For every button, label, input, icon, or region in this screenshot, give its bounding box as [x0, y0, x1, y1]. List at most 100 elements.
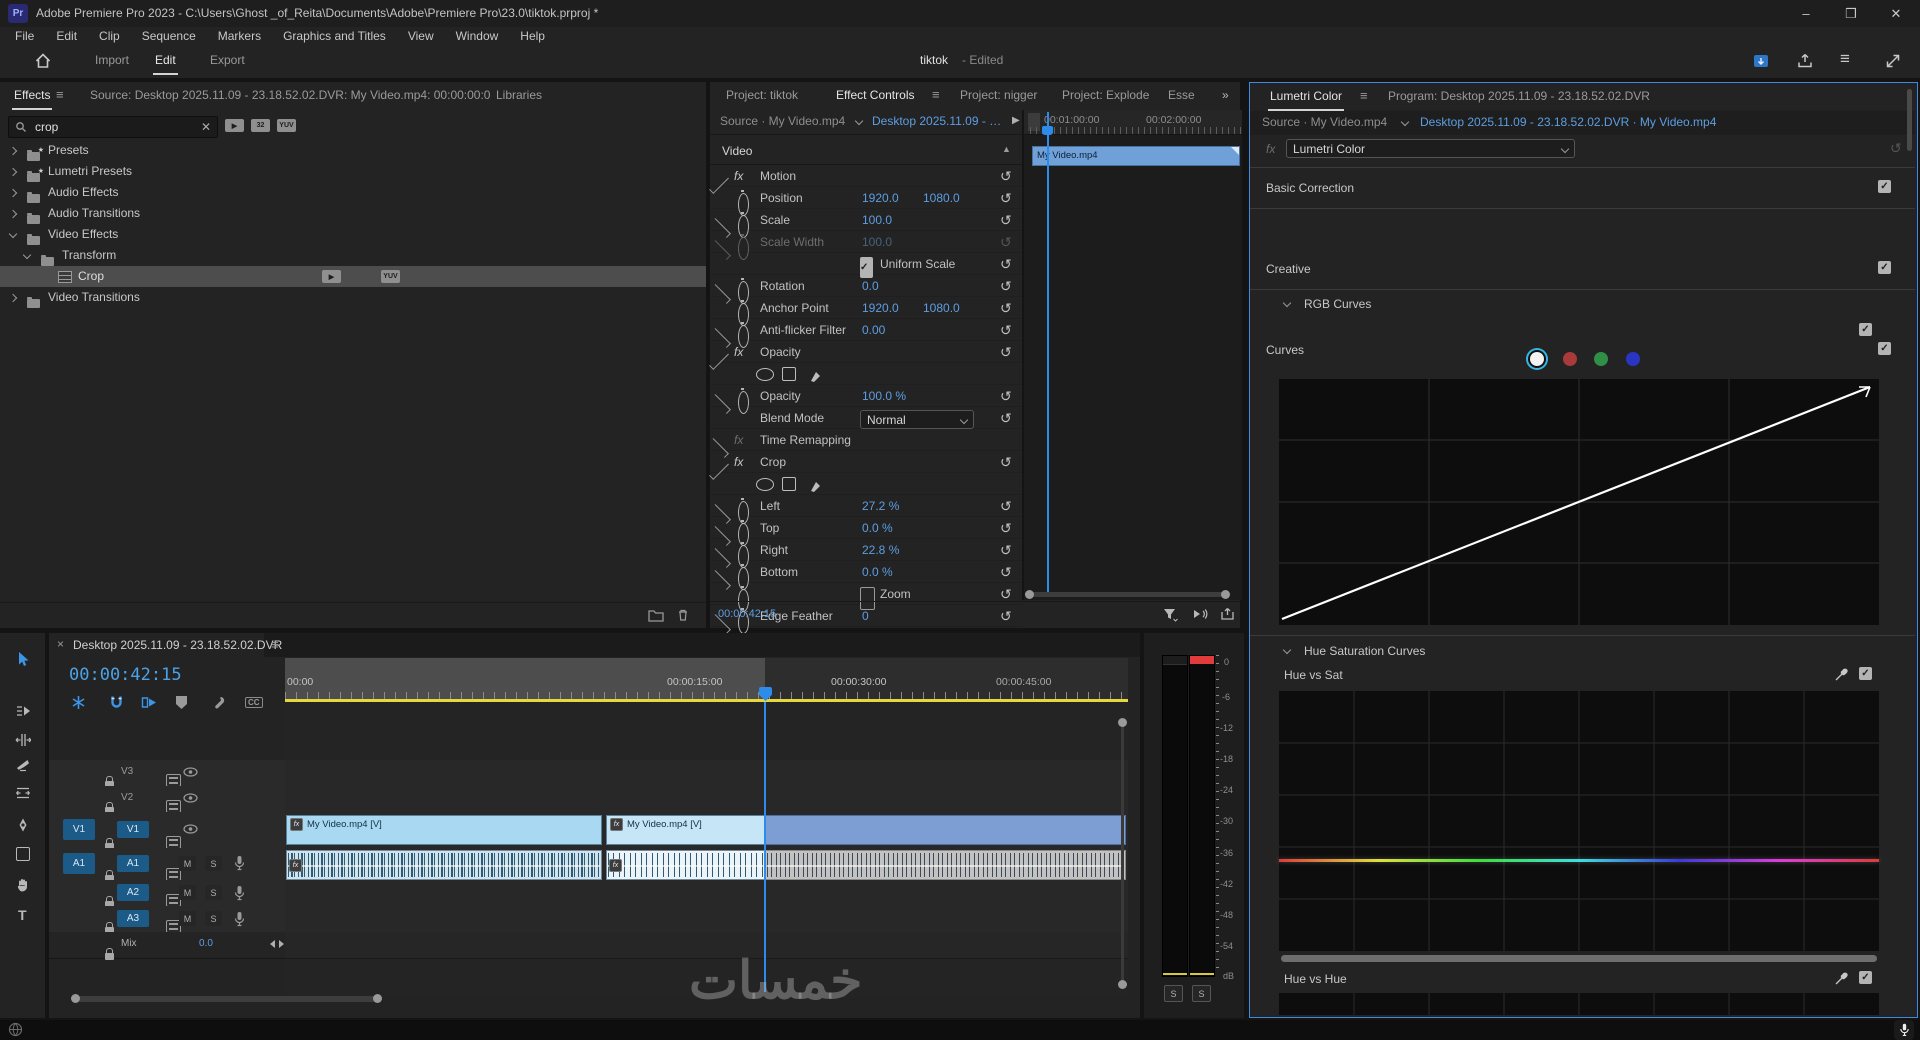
tab-program-monitor[interactable]: Program: Desktop 2025.11.09 - 23.18.52.0…	[1388, 89, 1650, 103]
hue-spectrum-curve[interactable]	[1279, 859, 1879, 862]
eye-icon[interactable]	[183, 766, 198, 778]
ec-clip-bar[interactable]: My Video.mp4	[1032, 146, 1240, 166]
hue-saturation-curves-header[interactable]: Hue Saturation Curves	[1250, 635, 1915, 664]
track-header-v1[interactable]: V1 V1	[49, 812, 285, 850]
chevron-right-icon[interactable]	[8, 188, 18, 198]
clip-fade-handle[interactable]	[1231, 147, 1239, 155]
chevron-right-icon[interactable]	[8, 209, 18, 219]
hand-tool[interactable]	[15, 877, 31, 893]
track-name[interactable]: A2	[117, 884, 149, 901]
chevron-down-icon[interactable]	[1400, 117, 1410, 127]
ec-playhead-handle[interactable]	[1042, 126, 1053, 135]
new-custom-bin-icon[interactable]	[648, 608, 664, 622]
menu-graphics-titles[interactable]: Graphics and Titles	[272, 29, 397, 43]
video-clip-1[interactable]: fx My Video.mp4 [V]	[286, 815, 602, 845]
track-lane-v2[interactable]	[285, 786, 1128, 813]
menu-view[interactable]: View	[397, 29, 445, 43]
insert-nest-icon[interactable]	[71, 695, 86, 710]
lock-icon[interactable]	[105, 947, 114, 960]
timeline-ruler[interactable]: 00:00 00:00:15:00 00:00:30:00 00:00:45:0…	[285, 658, 1128, 702]
crop-bottom-value[interactable]: 0.0 %	[862, 561, 893, 582]
collapse-icon[interactable]: ▲	[1002, 144, 1011, 154]
sequence-link[interactable]: Desktop 2025.11.09 - …	[872, 114, 1012, 128]
chevron-right-icon[interactable]	[8, 146, 18, 156]
track-output-icon[interactable]	[166, 799, 181, 813]
track-output-icon[interactable]	[166, 773, 181, 787]
solo-button[interactable]: S	[205, 885, 222, 900]
ripple-edit-tool[interactable]	[15, 732, 31, 748]
lumetri-effect-select[interactable]: Lumetri Color	[1286, 139, 1575, 158]
chevron-right-icon[interactable]	[8, 293, 18, 303]
menu-sequence[interactable]: Sequence	[131, 29, 207, 43]
tree-item-video-transitions[interactable]: Video Transitions	[0, 287, 706, 308]
eyedropper-icon[interactable]	[1834, 667, 1849, 682]
hue-vs-sat-checkbox[interactable]: ✓	[1859, 667, 1872, 680]
track-name[interactable]: V2	[121, 792, 133, 803]
track-header-a2[interactable]: A2 M S	[49, 880, 285, 908]
ellipse-mask-icon[interactable]	[756, 368, 774, 381]
tab-essential[interactable]: Esse	[1168, 88, 1195, 102]
reset-icon[interactable]: ↺	[1000, 539, 1012, 560]
tree-item-transform[interactable]: Transform	[0, 245, 706, 266]
tracks-vertical-scrollbar[interactable]	[1121, 724, 1124, 984]
delete-trash-icon[interactable]	[676, 608, 690, 622]
lumetri-scrollbar-thumb[interactable]	[1907, 89, 1912, 151]
home-icon[interactable]	[34, 52, 52, 70]
menu-window[interactable]: Window	[445, 29, 510, 43]
playhead-line[interactable]	[764, 702, 766, 992]
menu-file[interactable]: File	[4, 29, 45, 43]
eye-icon[interactable]	[183, 792, 198, 804]
pen-tool[interactable]	[15, 817, 31, 833]
anchor-y-value[interactable]: 1080.0	[923, 297, 960, 318]
track-name[interactable]: V3	[121, 766, 133, 777]
time-remapping-row[interactable]: fx Time Remapping	[709, 429, 1022, 458]
snap-magnet-icon[interactable]	[109, 695, 124, 710]
white-channel-dot[interactable]	[1530, 352, 1544, 366]
audio-clip-2[interactable]: fx	[606, 850, 767, 880]
tree-item-lumetri-presets[interactable]: Lumetri Presets	[0, 161, 706, 182]
menu-edit[interactable]: Edit	[45, 29, 88, 43]
hue-vs-hue-graph[interactable]	[1279, 993, 1879, 1015]
timeline-tab[interactable]: × Desktop 2025.11.09 - 23.18.52.02.DVR	[49, 633, 282, 657]
ec-lane-ruler[interactable]: 00:01:00:00 00:02:00:00	[1024, 110, 1242, 135]
rect-mask-icon[interactable]	[782, 477, 796, 491]
track-lane-a2[interactable]	[285, 880, 1128, 907]
panel-menu-icon[interactable]: ≡	[56, 87, 64, 102]
green-channel-dot[interactable]	[1594, 352, 1608, 366]
mix-level-value[interactable]: 0.0	[199, 938, 213, 949]
chevron-right-icon[interactable]	[8, 167, 18, 177]
reset-icon[interactable]: ↺	[1000, 187, 1012, 208]
crop-right-value[interactable]: 22.8 %	[862, 539, 899, 560]
basic-correction-checkbox[interactable]: ✓	[1878, 180, 1891, 193]
mute-button[interactable]: M	[179, 911, 196, 926]
source-patch-v1[interactable]: V1	[63, 819, 95, 840]
captions-icon[interactable]: CC	[245, 697, 263, 708]
v-scroll-handle-bottom[interactable]	[1118, 980, 1127, 989]
sequence-clip-link[interactable]: Desktop 2025.11.09 - 23.18.52.02.DVR · M…	[1420, 115, 1716, 129]
tab-effect-controls[interactable]: Effect Controls	[836, 88, 914, 102]
clip-indicator-left[interactable]	[1163, 656, 1187, 665]
effects-search-field[interactable]: ✕	[8, 116, 218, 138]
curves-checkbox[interactable]: ✓	[1878, 342, 1891, 355]
ec-video-header[interactable]: Video ▲	[710, 138, 1022, 165]
menu-markers[interactable]: Markers	[207, 29, 272, 43]
chevron-down-icon[interactable]	[854, 116, 864, 126]
add-marker-icon[interactable]	[176, 696, 187, 709]
video-clip-2[interactable]: fx My Video.mp4 [V]	[606, 815, 767, 845]
selection-tool[interactable]	[15, 651, 31, 667]
track-header-v3[interactable]: V3	[49, 760, 285, 788]
reset-icon[interactable]: ↺	[1000, 209, 1012, 230]
close-tab-icon[interactable]: ×	[57, 637, 64, 651]
play-audio-icon[interactable]	[1192, 607, 1209, 621]
opacity-value[interactable]: 100.0 %	[862, 385, 906, 406]
solo-left-button[interactable]: S	[1164, 985, 1183, 1002]
timeline-settings-wrench-icon[interactable]	[211, 695, 226, 710]
export-frame-icon[interactable]	[1220, 607, 1235, 621]
menu-help[interactable]: Help	[509, 29, 556, 43]
menu-clip[interactable]: Clip	[88, 29, 131, 43]
solo-right-button[interactable]: S	[1192, 985, 1211, 1002]
source-patch-a1[interactable]: A1	[63, 853, 95, 874]
section-creative[interactable]: Creative ✓	[1250, 249, 1915, 290]
fx-crop-row[interactable]: fx Crop ↺	[709, 451, 1022, 480]
track-header-v2[interactable]: V2	[49, 786, 285, 814]
